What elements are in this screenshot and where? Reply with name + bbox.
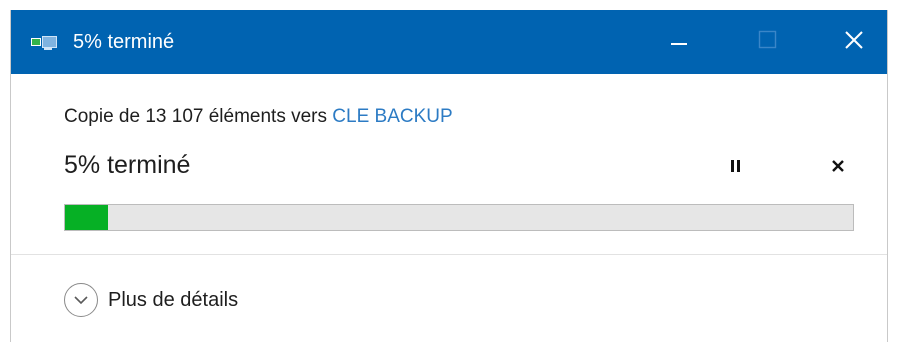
maximize-icon [758,30,778,55]
file-copy-dialog: 5% terminé Copie de 13 107 éléments vers [10,10,888,342]
close-button[interactable] [819,10,889,74]
destination-link[interactable]: CLE BACKUP [332,106,452,127]
chevron-down-circle-icon [64,283,98,317]
copy-item-count: Copie de 13 107 éléments [64,106,286,127]
close-icon [844,30,864,55]
title-bar[interactable]: 5% terminé [11,10,887,74]
copy-description: Copie de 13 107 éléments vers CLE BACKUP [64,105,453,129]
cancel-icon [831,159,845,178]
cancel-button[interactable] [823,153,853,183]
minimize-icon [671,33,689,51]
copy-window-icon [31,35,59,51]
copy-connector: vers [291,106,328,127]
pause-button[interactable] [721,153,751,183]
window-title: 5% terminé [73,31,175,53]
maximize-button[interactable] [733,10,803,74]
progress-bar-fill [65,205,109,230]
progress-status: 5% terminé [64,151,191,179]
more-details-toggle[interactable]: Plus de détails [64,282,238,318]
more-details-label: Plus de détails [108,289,239,311]
minimize-button[interactable] [645,10,715,74]
pause-icon [729,159,743,178]
copy-progress-panel: Copie de 13 107 éléments vers CLE BACKUP… [11,74,887,254]
progress-bar [64,204,854,231]
section-divider [11,254,887,255]
